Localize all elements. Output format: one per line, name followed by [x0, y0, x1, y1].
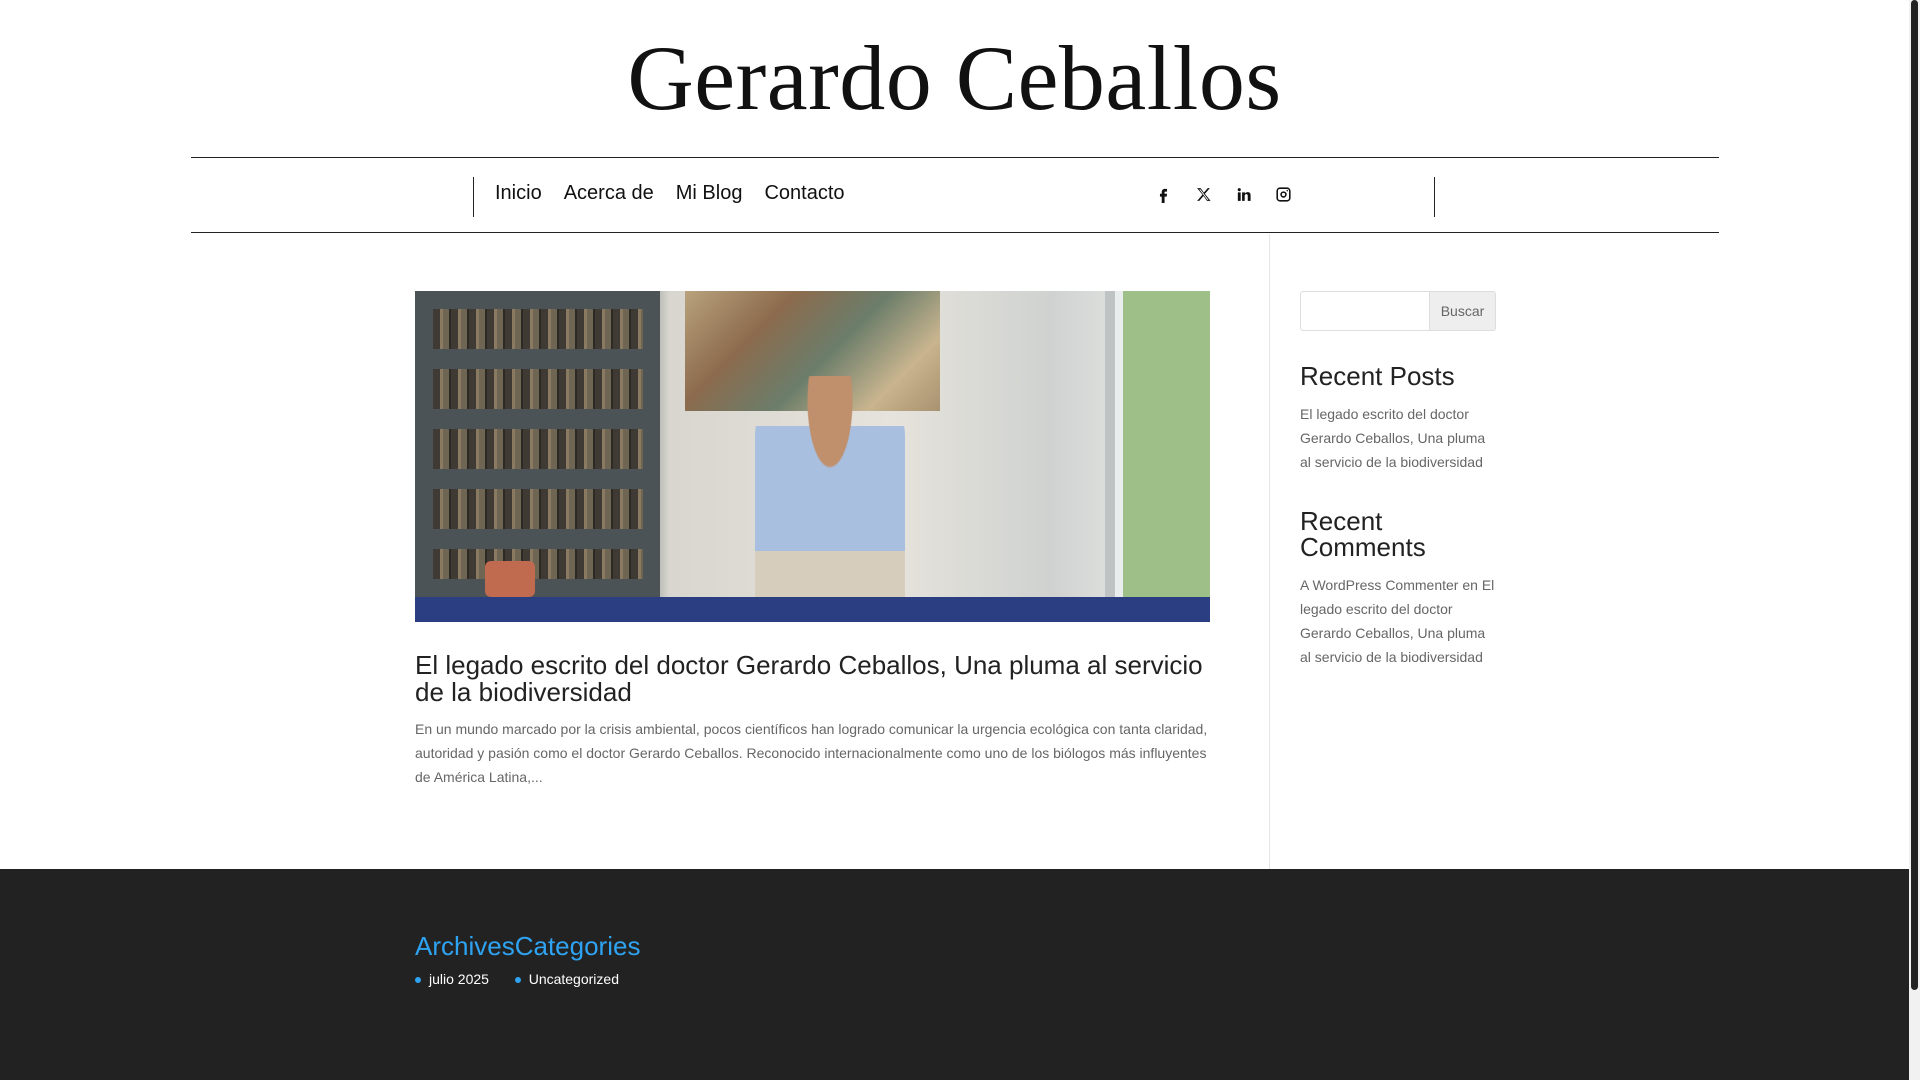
- recent-comments-widget: Recent Comments A WordPress Commenter en…: [1300, 508, 1496, 669]
- comment-author[interactable]: A WordPress Commenter: [1300, 577, 1458, 593]
- x-icon[interactable]: [1193, 183, 1213, 205]
- menu-item-mi-blog[interactable]: Mi Blog: [676, 181, 743, 205]
- person-photo: [755, 376, 905, 622]
- instagram-icon[interactable]: [1273, 183, 1293, 205]
- site-title[interactable]: Gerardo Ceballos: [0, 28, 1909, 128]
- nav-divider: [473, 177, 474, 217]
- comment-connector: en: [1462, 577, 1478, 593]
- recent-post-link[interactable]: El legado escrito del doctor Gerardo Ceb…: [1300, 406, 1485, 470]
- search-button[interactable]: Buscar: [1430, 291, 1496, 331]
- linkedin-icon[interactable]: [1233, 183, 1253, 205]
- nav-divider: [1434, 177, 1435, 217]
- recent-comment: A WordPress Commenter en El legado escri…: [1300, 573, 1496, 669]
- sidebar: Buscar Recent Posts El legado escrito de…: [1300, 291, 1496, 669]
- footer: Archives julio 2025 Categories Uncategor…: [0, 869, 1909, 1080]
- main-content: El legado escrito del doctor Gerardo Ceb…: [0, 234, 1909, 869]
- menu-item-acerca-de[interactable]: Acerca de: [564, 181, 654, 205]
- search-form: Buscar: [1300, 291, 1496, 331]
- facebook-icon[interactable]: [1153, 183, 1173, 205]
- post-title[interactable]: El legado escrito del doctor Gerardo Ceb…: [415, 652, 1210, 706]
- post-excerpt: En un mundo marcado por la crisis ambien…: [415, 721, 1208, 785]
- recent-posts-widget: Recent Posts El legado escrito del docto…: [1300, 363, 1496, 474]
- category-item[interactable]: Uncategorized: [514, 969, 641, 989]
- menu-item-inicio[interactable]: Inicio: [495, 181, 542, 205]
- categories-widget: Categories Uncategorized: [514, 931, 641, 989]
- archives-widget: Archives julio 2025: [415, 931, 515, 989]
- recent-comments-title: Recent Comments: [1300, 506, 1426, 562]
- desk: [415, 597, 1210, 622]
- archive-item[interactable]: julio 2025: [415, 969, 515, 989]
- recent-posts-title: Recent Posts: [1300, 361, 1455, 391]
- archives-title: Archives: [415, 931, 515, 961]
- cushion: [485, 561, 535, 597]
- sidebar-divider: [1269, 234, 1270, 869]
- search-input[interactable]: [1300, 291, 1430, 331]
- social-links: [1153, 183, 1293, 205]
- blog-post: El legado escrito del doctor Gerardo Ceb…: [415, 291, 1210, 789]
- bookshelf: [415, 291, 660, 622]
- menu-item-contacto[interactable]: Contacto: [764, 181, 844, 205]
- scrollbar[interactable]: [1909, 0, 1920, 1080]
- post-featured-image[interactable]: [415, 291, 1210, 622]
- main-navigation: Inicio Acerca de Mi Blog Contacto: [191, 157, 1719, 233]
- window: [1105, 291, 1210, 622]
- primary-menu: Inicio Acerca de Mi Blog Contacto: [495, 181, 845, 205]
- scrollbar-thumb[interactable]: [1911, 0, 1918, 990]
- categories-title: Categories: [514, 931, 641, 961]
